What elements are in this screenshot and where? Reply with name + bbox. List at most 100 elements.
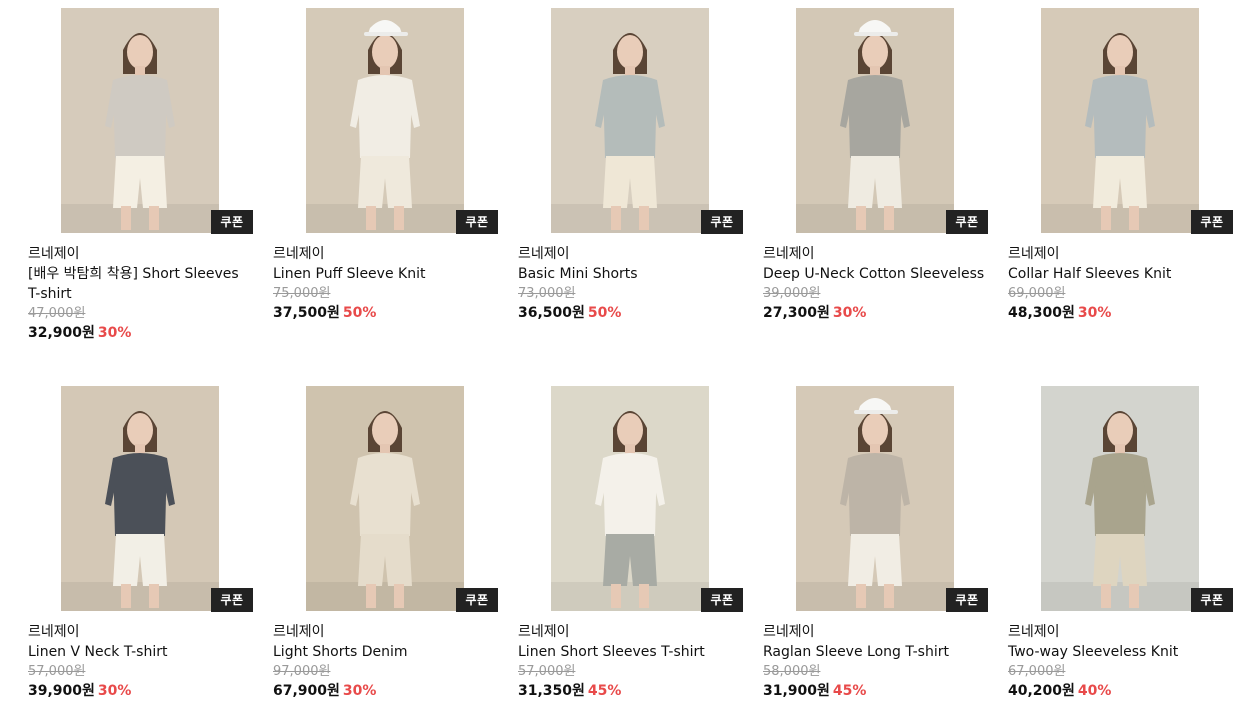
coupon-badge: 쿠폰 <box>701 210 743 234</box>
price-line: 32,900원 30% <box>28 323 254 343</box>
coupon-badge: 쿠폰 <box>946 210 988 234</box>
coupon-badge: 쿠폰 <box>946 588 988 612</box>
sale-price: 40,200원 <box>1008 683 1075 699</box>
price-line: 27,300원 30% <box>763 303 989 323</box>
coupon-badge: 쿠폰 <box>456 210 498 234</box>
product-photo[interactable] <box>1041 8 1199 233</box>
sale-price: 36,500원 <box>518 305 585 321</box>
original-price: 75,000원 <box>273 286 331 301</box>
sale-price: 39,900원 <box>28 683 95 699</box>
product-name[interactable]: Two-way Sleeveless Knit <box>1008 642 1234 662</box>
product-thumbnail[interactable]: 쿠폰 <box>1008 386 1234 612</box>
product-card[interactable]: 쿠폰르네제이 Linen Puff Sleeve Knit 75,000원 37,50… <box>273 8 499 323</box>
product-name[interactable]: Linen Short Sleeves T-shirt <box>518 642 744 662</box>
product-photo[interactable] <box>551 386 709 611</box>
product-brand[interactable]: 르네제이 <box>1008 622 1234 642</box>
product-name[interactable]: Basic Mini Shorts <box>518 264 744 284</box>
product-photo[interactable] <box>1041 386 1199 611</box>
product-card[interactable]: 쿠폰르네제이 Basic Mini Shorts 73,000원 36,500원 50% <box>518 8 744 323</box>
product-grid: 쿠폰 르네제이 [배우 박탐희 착용] Short Sleeves T-shirt 4… <box>0 0 1253 712</box>
coupon-badge: 쿠폰 <box>211 588 253 612</box>
sale-price: 31,900원 <box>763 683 830 699</box>
product-thumbnail[interactable]: 쿠폰 <box>28 386 254 612</box>
product-name[interactable]: Collar Half Sleeves Knit <box>1008 264 1234 284</box>
price-line: 40,200원 40% <box>1008 681 1234 701</box>
product-brand[interactable]: 르네제이 <box>518 244 744 264</box>
product-name[interactable]: [배우 박탐희 착용] Short Sleeves T-shirt <box>28 264 254 304</box>
price-line: 67,900원 30% <box>273 681 499 701</box>
product-brand[interactable]: 르네제이 <box>28 622 254 642</box>
product-brand[interactable]: 르네제이 <box>28 244 254 264</box>
coupon-badge: 쿠폰 <box>701 588 743 612</box>
discount-rate: 30% <box>1077 305 1112 321</box>
product-photo[interactable] <box>306 386 464 611</box>
product-name[interactable]: Light Shorts Denim <box>273 642 499 662</box>
sale-price: 27,300원 <box>763 305 830 321</box>
product-card[interactable]: 쿠폰르네제이 Linen V Neck T-shirt 57,000원 39,900원… <box>28 386 254 701</box>
product-thumbnail[interactable]: 쿠폰 <box>1008 8 1234 234</box>
product-brand[interactable]: 르네제이 <box>273 622 499 642</box>
discount-rate: 30% <box>97 683 132 699</box>
price-line: 39,900원 30% <box>28 681 254 701</box>
discount-rate: 45% <box>832 683 867 699</box>
product-name[interactable]: Raglan Sleeve Long T-shirt <box>763 642 989 662</box>
sale-price: 48,300원 <box>1008 305 1075 321</box>
original-price: 57,000원 <box>28 664 86 679</box>
original-price: 39,000원 <box>763 286 821 301</box>
product-card[interactable]: 쿠폰르네제이 Light Shorts Denim 97,000원 67,900원 30… <box>273 386 499 701</box>
product-brand[interactable]: 르네제이 <box>273 244 499 264</box>
product-thumbnail[interactable]: 쿠폰 <box>273 8 499 234</box>
original-price: 69,000원 <box>1008 286 1066 301</box>
product-card[interactable]: 쿠폰르네제이 Linen Short Sleeves T-shirt 57,000원… <box>518 386 744 701</box>
product-thumbnail[interactable]: 쿠폰 <box>518 8 744 234</box>
product-thumbnail[interactable]: 쿠폰 <box>273 386 499 612</box>
product-card[interactable]: 쿠폰르네제이 Raglan Sleeve Long T-shirt 58,000원 3… <box>763 386 989 701</box>
product-photo[interactable] <box>61 8 219 233</box>
product-photo[interactable] <box>551 8 709 233</box>
product-photo[interactable] <box>306 8 464 233</box>
product-card[interactable]: 쿠폰르네제이 [배우 박탐희 착용] Short Sleeves T-shirt 4… <box>28 8 254 343</box>
sale-price: 67,900원 <box>273 683 340 699</box>
discount-rate: 30% <box>832 305 867 321</box>
product-card[interactable]: 쿠폰르네제이 Collar Half Sleeves Knit 69,000원 48,… <box>1008 8 1234 323</box>
price-line: 36,500원 50% <box>518 303 744 323</box>
product-thumbnail[interactable]: 쿠폰 <box>518 386 744 612</box>
product-brand[interactable]: 르네제이 <box>763 244 989 264</box>
original-price: 58,000원 <box>763 664 821 679</box>
price-line: 31,350원 45% <box>518 681 744 701</box>
product-photo[interactable] <box>61 386 219 611</box>
discount-rate: 40% <box>1077 683 1112 699</box>
product-thumbnail[interactable]: 쿠폰 <box>763 8 989 234</box>
discount-rate: 30% <box>342 683 377 699</box>
sale-price: 32,900원 <box>28 325 95 341</box>
price-line: 37,500원 50% <box>273 303 499 323</box>
sale-price: 31,350원 <box>518 683 585 699</box>
original-price: 73,000원 <box>518 286 576 301</box>
product-brand[interactable]: 르네제이 <box>763 622 989 642</box>
product-card[interactable]: 쿠폰르네제이 Deep U-Neck Cotton Sleeveless 39,00… <box>763 8 989 323</box>
original-price: 67,000원 <box>1008 664 1066 679</box>
original-price: 47,000원 <box>28 306 86 321</box>
price-line: 48,300원 30% <box>1008 303 1234 323</box>
coupon-badge: 쿠폰 <box>1191 588 1233 612</box>
product-name[interactable]: Deep U-Neck Cotton Sleeveless <box>763 264 989 284</box>
product-brand[interactable]: 르네제이 <box>1008 244 1234 264</box>
sale-price: 37,500원 <box>273 305 340 321</box>
product-thumbnail[interactable]: 쿠폰 <box>763 386 989 612</box>
coupon-badge: 쿠폰 <box>456 588 498 612</box>
discount-rate: 50% <box>587 305 622 321</box>
original-price: 57,000원 <box>518 664 576 679</box>
discount-rate: 50% <box>342 305 377 321</box>
discount-rate: 30% <box>97 325 132 341</box>
coupon-badge: 쿠폰 <box>1191 210 1233 234</box>
product-name[interactable]: Linen Puff Sleeve Knit <box>273 264 499 284</box>
product-thumbnail[interactable]: 쿠폰 <box>28 8 254 234</box>
price-line: 31,900원 45% <box>763 681 989 701</box>
original-price: 97,000원 <box>273 664 331 679</box>
coupon-badge: 쿠폰 <box>211 210 253 234</box>
product-photo[interactable] <box>796 8 954 233</box>
product-name[interactable]: Linen V Neck T-shirt <box>28 642 254 662</box>
product-card[interactable]: 쿠폰르네제이 Two-way Sleeveless Knit 67,000원 40,2… <box>1008 386 1234 701</box>
product-brand[interactable]: 르네제이 <box>518 622 744 642</box>
product-photo[interactable] <box>796 386 954 611</box>
